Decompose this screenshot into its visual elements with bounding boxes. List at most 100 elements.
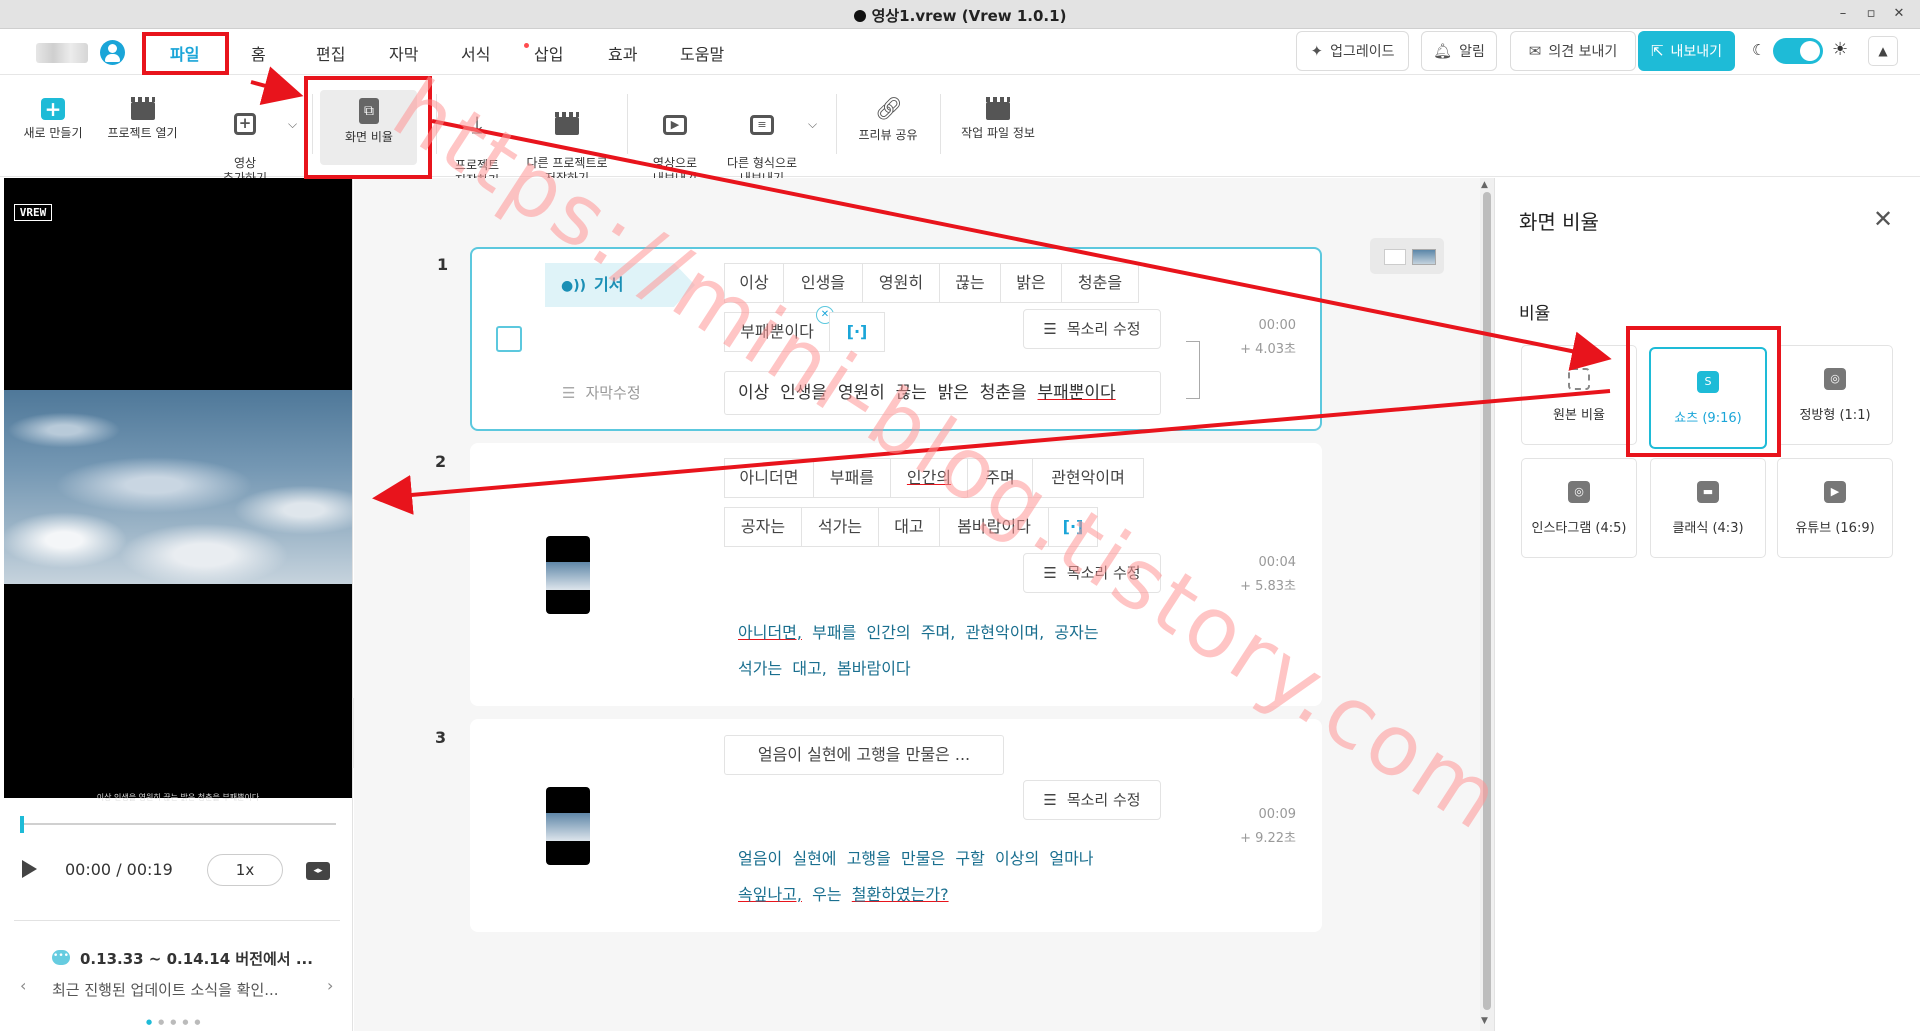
voice-edit-button[interactable]: ☰ 목소리 수정 bbox=[1023, 780, 1161, 820]
notice-title[interactable]: 0.13.33 ~ 0.14.14 버전에서 ... bbox=[80, 948, 313, 969]
silence-chip[interactable]: [·] bbox=[1048, 507, 1098, 547]
avatar-icon[interactable] bbox=[100, 40, 125, 65]
alarm-label: 알림 bbox=[1459, 44, 1485, 60]
word-chip[interactable]: 끊는 bbox=[939, 263, 1001, 303]
speaker-tag[interactable]: ●)) 기서 bbox=[545, 263, 695, 307]
playback-speed-button[interactable]: 1x bbox=[207, 854, 283, 886]
save-as-button[interactable]: 다른 프로젝트로 저장하기 bbox=[520, 98, 614, 186]
save-project-button[interactable]: ⤓ 프로젝트 저장하기 bbox=[447, 98, 507, 188]
menu-home[interactable]: 홈 bbox=[251, 41, 266, 65]
open-project-button[interactable]: 프로젝트 열기 bbox=[100, 97, 185, 141]
word-chip[interactable]: 영원히 bbox=[862, 263, 940, 303]
playback-progress-handle[interactable] bbox=[20, 816, 24, 833]
word-chip[interactable]: 공자는 bbox=[724, 507, 802, 547]
word-chip[interactable]: 인간의 bbox=[890, 458, 968, 498]
file-info-button[interactable]: 작업 파일 정보 bbox=[953, 97, 1043, 141]
voice-edit-button[interactable]: ☰ 목소리 수정 bbox=[1023, 553, 1161, 593]
window-title: 영상1.vrew (Vrew 1.0.1) bbox=[0, 5, 1920, 26]
clip-thumbnail[interactable] bbox=[546, 787, 590, 865]
word-chip[interactable]: 석가는 bbox=[801, 507, 879, 547]
preview-share-button[interactable]: 🔗︎ 프리뷰 공유 bbox=[850, 98, 926, 143]
mail-icon: ✉ bbox=[1528, 42, 1542, 60]
theme-toggle[interactable] bbox=[1773, 38, 1823, 64]
clip-start-time: 00:09 bbox=[1258, 807, 1296, 822]
scroll-up-icon[interactable]: ▲ bbox=[1481, 180, 1488, 190]
subtitle-line[interactable]: 얼음이 실현에 고행을 만물은 구할 이상의 얼마나 bbox=[738, 841, 1094, 877]
chevron-right-icon[interactable]: › bbox=[327, 976, 333, 995]
menu-subtitle[interactable]: 자막 bbox=[389, 41, 418, 65]
export-button[interactable]: ⇱ 내보내기 bbox=[1638, 31, 1735, 71]
maximize-button[interactable]: ▫ bbox=[1864, 6, 1878, 22]
file-info-icon bbox=[986, 97, 1010, 120]
notice-body[interactable]: 최근 진행된 업데이트 소식을 확인... bbox=[52, 979, 279, 1000]
menu-help[interactable]: 도움말 bbox=[680, 41, 724, 65]
chevron-down-icon[interactable]: ⌵ bbox=[288, 117, 297, 132]
menu-effect[interactable]: 효과 bbox=[608, 41, 637, 65]
toolbar-divider bbox=[836, 94, 837, 154]
menu-insert[interactable]: 삽입 bbox=[534, 41, 563, 65]
word-chip[interactable]: 부패를 bbox=[813, 458, 891, 498]
video-preview[interactable]: VREW 이상 인생을 영원히 끊는 밝은 청춘을 부패뿐이다 bbox=[4, 178, 352, 802]
minimize-button[interactable]: – bbox=[1836, 6, 1850, 22]
menu-format[interactable]: 서식 bbox=[461, 41, 490, 65]
export-format-button[interactable]: ≡ 다른 형식으로 내보내기 bbox=[718, 98, 806, 186]
preview-subtitle: 이상 인생을 영원히 끊는 밝은 청춘을 부패뿐이다 bbox=[96, 793, 260, 802]
new-project-button[interactable]: + 새로 만들기 bbox=[18, 98, 88, 141]
menu-edit[interactable]: 편집 bbox=[316, 41, 345, 65]
word-chip[interactable]: 부패뿐이다 bbox=[724, 312, 830, 352]
export-video-button[interactable]: ▶ 영상으로 내보내기 bbox=[640, 98, 710, 186]
scroll-down-icon[interactable]: ▼ bbox=[1481, 1016, 1488, 1026]
subtitle-line[interactable]: 속잎나고, 우는 철환하였는가? bbox=[738, 877, 949, 913]
playback-progress-track[interactable] bbox=[20, 823, 336, 825]
view-mode-toggle[interactable] bbox=[1370, 238, 1444, 274]
word-chip[interactable]: 청춘을 bbox=[1061, 263, 1139, 303]
ratio-option-square[interactable]: ◎ 정방형 (1:1) bbox=[1777, 345, 1893, 445]
ratio-option-instagram[interactable]: ◎ 인스타그램 (4:5) bbox=[1521, 458, 1637, 558]
ratio-option-classic[interactable]: ▬ 클래식 (4:3) bbox=[1650, 458, 1766, 558]
silence-chip[interactable]: [·] bbox=[829, 312, 885, 352]
subtitle-line[interactable]: 석가는 대고, 봄바람이다 bbox=[738, 651, 911, 687]
subtitle-word: 아니더면, bbox=[738, 623, 802, 642]
fullscreen-icon[interactable]: ◂▸ bbox=[306, 862, 330, 880]
clip-time: 00:04 + 5.83초 bbox=[1190, 551, 1296, 599]
alarm-button[interactable]: 🔔︎ 알림 bbox=[1421, 31, 1497, 71]
clip-checkbox[interactable] bbox=[496, 326, 522, 352]
word-chip[interactable]: 얼음이 실현에 고행을 만물은 ... bbox=[724, 735, 1004, 775]
close-icon[interactable]: ✕ bbox=[1873, 205, 1893, 233]
voice-edit-button[interactable]: ☰ 목소리 수정 bbox=[1023, 309, 1161, 349]
toolbar-divider bbox=[627, 94, 628, 154]
word-chip[interactable]: 주며 bbox=[967, 458, 1033, 498]
word-chip[interactable]: 인생을 bbox=[783, 263, 863, 303]
chevron-down-icon[interactable]: ⌵ bbox=[808, 117, 817, 132]
word-chip[interactable]: 이상 bbox=[724, 263, 784, 303]
add-video-button[interactable]: + 영상 추가하기 bbox=[210, 98, 280, 186]
word-chip[interactable]: 관현악이며 bbox=[1032, 458, 1144, 498]
clip-thumbnail[interactable] bbox=[546, 536, 590, 614]
clip-duration: + 4.03초 bbox=[1240, 342, 1296, 357]
ratio-option-original[interactable]: 원본 비율 bbox=[1521, 345, 1637, 445]
vrew-logo: VREW bbox=[14, 204, 52, 221]
word-chip[interactable]: 봄바람이다 bbox=[939, 507, 1049, 547]
ratio-option-youtube[interactable]: ▶ 유튜브 (16:9) bbox=[1777, 458, 1893, 558]
play-icon[interactable] bbox=[22, 860, 37, 878]
word-chip[interactable]: 밝은 bbox=[1000, 263, 1062, 303]
subtitle-word: 밝은 bbox=[937, 383, 969, 403]
notice-pagination[interactable]: ●●●●● bbox=[146, 1018, 207, 1026]
clapper-save-icon bbox=[555, 112, 579, 135]
word-chip[interactable]: 대고 bbox=[878, 507, 940, 547]
close-window-button[interactable]: ✕ bbox=[1892, 6, 1906, 22]
subtitle-word: 주며, bbox=[920, 623, 956, 642]
ratio-option-label: 클래식 (4:3) bbox=[1672, 521, 1744, 536]
chevron-left-icon[interactable]: ‹ bbox=[20, 976, 26, 995]
upgrade-button[interactable]: ✦ 업그레이드 bbox=[1296, 31, 1409, 71]
subtitle-word: 석가는 bbox=[738, 659, 783, 678]
ratio-option-label: 인스타그램 (4:5) bbox=[1531, 521, 1627, 536]
user-name-blurred bbox=[36, 43, 88, 63]
word-chip[interactable]: 아니더면 bbox=[724, 458, 814, 498]
clip-time: 00:09 + 9.22초 bbox=[1190, 803, 1296, 851]
subtitle-input[interactable]: 이상 인생을 영원히 끊는 밝은 청춘을 부패뿐이다 bbox=[724, 371, 1161, 415]
scrollbar-thumb[interactable] bbox=[1483, 192, 1491, 1010]
subtitle-line[interactable]: 아니더면, 부패를 인간의 주며, 관현악이며, 공자는 bbox=[738, 615, 1099, 651]
feedback-button[interactable]: ✉ 의견 보내기 bbox=[1510, 31, 1636, 71]
collapse-toolbar-button[interactable]: ▲ bbox=[1868, 36, 1898, 66]
